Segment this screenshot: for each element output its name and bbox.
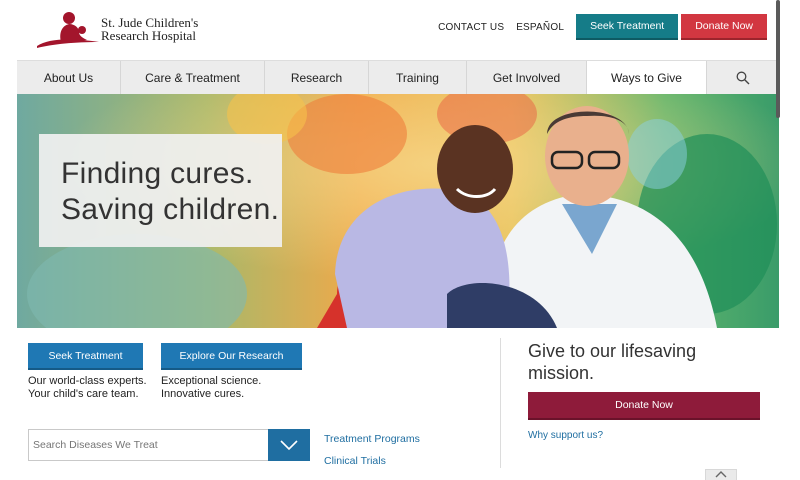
nav-item-about-us[interactable]: About Us <box>17 61 121 94</box>
nav-search-button[interactable] <box>707 61 779 94</box>
seek-text-line-1: Our world-class experts. <box>28 375 147 387</box>
st-jude-logo[interactable]: St. Jude Children's Research Hospital <box>35 8 205 50</box>
explore-research-button[interactable]: Explore Our Research <box>161 343 302 370</box>
give-heading-line-2: mission. <box>528 363 595 383</box>
hero-headline-card: Finding cures. Saving children. <box>39 134 282 247</box>
logo-text: St. Jude Children's Research Hospital <box>101 16 198 42</box>
disease-search-input[interactable] <box>28 429 268 461</box>
logo-line-2: Research Hospital <box>101 28 196 43</box>
hero-headline-line-1: Finding cures. <box>61 157 254 190</box>
donate-now-button[interactable]: Donate Now <box>528 392 760 420</box>
hero-banner: Finding cures. Saving children. <box>17 94 779 328</box>
why-support-us-link[interactable]: Why support us? <box>528 430 603 441</box>
seek-text-line-2: Your child's care team. <box>28 388 139 400</box>
espanol-link[interactable]: ESPAÑOL <box>516 22 564 33</box>
chevron-down-icon <box>280 440 298 451</box>
research-text-line-1: Exceptional science. <box>161 375 262 387</box>
logo-figure-icon <box>37 12 99 48</box>
give-heading-line-1: Give to our lifesaving <box>528 341 697 361</box>
nav-item-care-treatment[interactable]: Care & Treatment <box>121 61 265 94</box>
back-to-top-button[interactable] <box>705 469 737 480</box>
chevron-up-icon <box>715 471 727 478</box>
donate-now-header-button[interactable]: Donate Now <box>681 14 767 40</box>
contact-us-link[interactable]: CONTACT US <box>438 22 504 33</box>
utility-links: CONTACT US ESPAÑOL Seek Treatment Donate… <box>438 14 767 40</box>
research-description: Exceptional science. Innovative cures. <box>161 375 261 401</box>
seek-treatment-description: Our world-class experts. Your child's ca… <box>28 375 147 401</box>
page-scrollbar-thumb[interactable] <box>776 0 780 118</box>
seek-treatment-button[interactable]: Seek Treatment <box>28 343 143 370</box>
nav-item-ways-to-give[interactable]: Ways to Give <box>587 61 707 94</box>
section-divider <box>500 338 501 468</box>
research-text-line-2: Innovative cures. <box>161 388 245 400</box>
nav-item-training[interactable]: Training <box>369 61 467 94</box>
clinical-trials-link[interactable]: Clinical Trials <box>324 455 386 467</box>
disease-search-dropdown-button[interactable] <box>268 429 310 461</box>
search-icon <box>736 71 750 84</box>
give-heading: Give to our lifesaving mission. <box>528 340 768 384</box>
hero-headline-line-2: Saving children. <box>61 193 280 226</box>
site-header: St. Jude Children's Research Hospital CO… <box>17 0 779 60</box>
page-scrollbar-track[interactable] <box>779 0 800 480</box>
treatment-programs-link[interactable]: Treatment Programs <box>324 433 420 445</box>
main-nav: About Us Care & Treatment Research Train… <box>17 60 779 94</box>
seek-treatment-header-button[interactable]: Seek Treatment <box>576 14 679 40</box>
nav-item-research[interactable]: Research <box>265 61 369 94</box>
nav-item-get-involved[interactable]: Get Involved <box>467 61 587 94</box>
